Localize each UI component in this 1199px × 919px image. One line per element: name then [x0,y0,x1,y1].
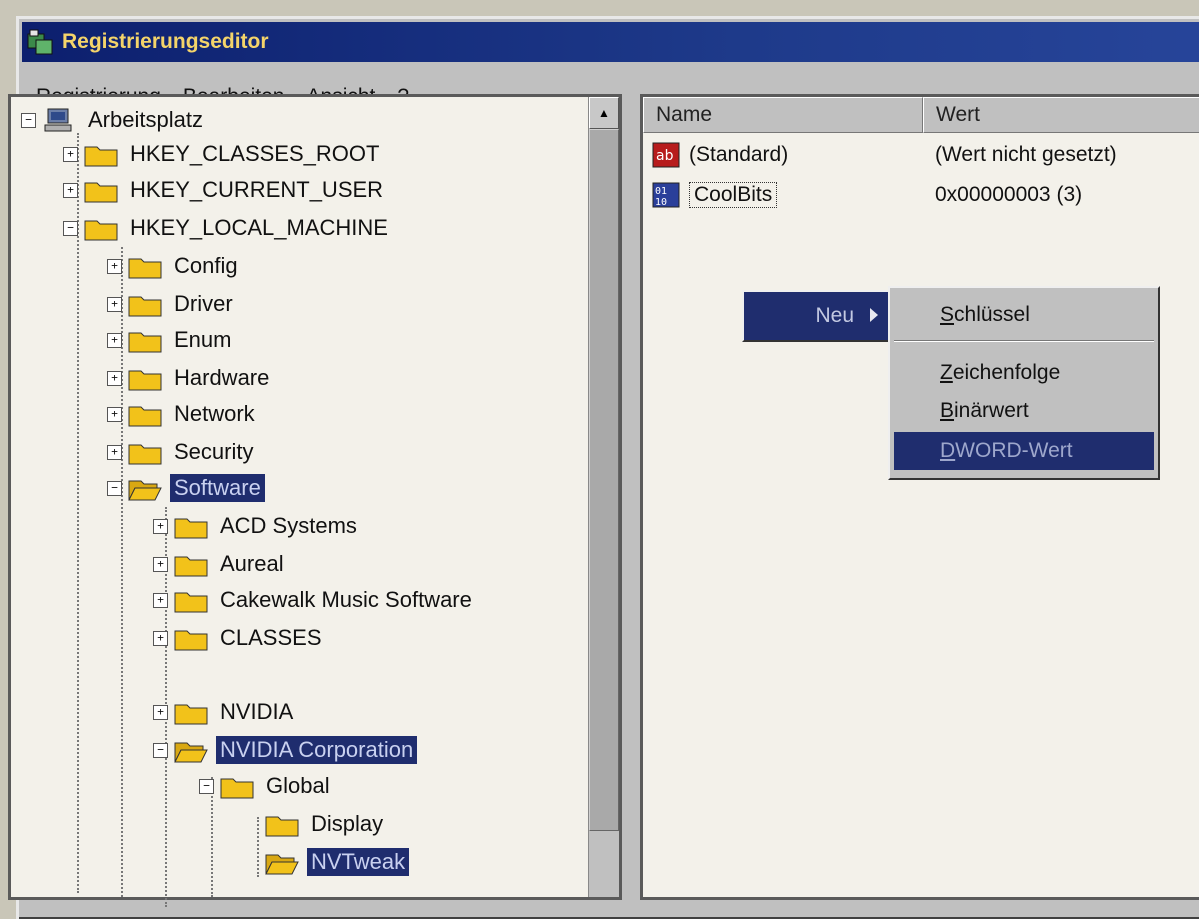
tree-line [257,817,259,877]
tree-node-display[interactable]: Display [265,807,387,841]
key-tree-pane[interactable]: − Arbeitsplatz + HKEY_CLASSES_ROOT + HKE… [8,94,622,907]
folder-icon [84,146,118,167]
context-menu: Neu [742,290,890,342]
value-name: CoolBits [689,182,778,208]
tree-node-enum[interactable]: + Enum [107,323,235,357]
svg-text:ab: ab [656,148,674,164]
value-data: 0x00000003 (3) [935,183,1083,206]
expand-icon[interactable]: + [153,704,168,720]
scroll-thumb[interactable] [589,129,619,831]
scroll-up-icon[interactable]: ▲ [589,97,619,129]
column-header-name[interactable]: Name [643,97,923,133]
folder-icon [128,258,162,279]
menu-item-binaerwert[interactable]: Binärwert [894,392,1154,430]
expand-icon[interactable]: + [153,592,168,608]
tree-node-cakewalk[interactable]: + Cakewalk Music Software [153,583,476,617]
expand-icon[interactable]: + [107,296,122,312]
tree-node-nvidia-corporation[interactable]: − NVIDIA Corporation [153,733,418,767]
new-submenu: Schlüssel Zeichenfolge Binärwert D WORD-W… [888,286,1160,480]
expand-icon[interactable]: + [107,406,122,422]
column-header-value[interactable]: Wert [923,97,1199,133]
tree-node-classes[interactable]: + CLASSES [153,621,326,655]
submenu-arrow-icon [870,308,878,322]
folder-icon [174,518,208,539]
string-value-icon: ab [652,142,680,168]
menu-item-schluessel[interactable]: Schlüssel [894,296,1154,334]
tree-node-hkcr[interactable]: + HKEY_CLASSES_ROOT [63,137,383,171]
folder-icon [174,556,208,577]
window-title: Registrierungseditor [62,30,269,53]
tree-node-arbeitsplatz[interactable]: − Arbeitsplatz [21,103,207,137]
svg-text:10: 10 [655,197,667,208]
folder-icon [84,220,118,241]
binary-value-icon: 0110 [652,182,680,208]
menu-item-neu[interactable]: Neu [744,292,888,340]
folder-icon [128,406,162,427]
value-name: (Standard) [689,143,789,166]
tree-node-hklm[interactable]: − HKEY_LOCAL_MACHINE [63,211,392,245]
expand-icon[interactable]: + [153,630,168,646]
tree-scrollbar[interactable]: ▲ [588,97,619,897]
folder-icon [174,704,208,725]
tree-node-network[interactable]: + Network [107,397,259,431]
collapse-icon[interactable]: − [199,778,214,794]
tree-node-acd-systems[interactable]: + ACD Systems [153,509,361,543]
open-folder-icon [128,480,162,501]
expand-icon[interactable]: + [153,518,168,534]
folder-icon [128,370,162,391]
collapse-icon[interactable]: − [63,220,78,236]
expand-icon[interactable]: + [107,370,122,386]
computer-icon [44,108,72,132]
tree-node-driver[interactable]: + Driver [107,287,237,321]
tree-line [77,133,79,893]
collapse-icon[interactable]: − [107,480,122,496]
expand-icon[interactable]: + [107,444,122,460]
collapse-icon[interactable]: − [21,112,36,128]
menu-item-zeichenfolge[interactable]: Zeichenfolge [894,354,1154,392]
folder-icon [220,778,254,799]
value-data: (Wert nicht gesetzt) [935,143,1117,166]
folder-icon [128,332,162,353]
svg-text:01: 01 [655,186,667,197]
folder-icon [128,296,162,317]
expand-icon[interactable]: + [107,332,122,348]
collapse-icon[interactable]: − [153,742,168,758]
tree-node-nvtweak[interactable]: NVTweak [265,845,410,879]
menu-separator [894,340,1154,342]
tree-node-global[interactable]: − Global [199,769,334,803]
tree-node-nvidia[interactable]: + NVIDIA [153,695,297,729]
folder-icon [174,630,208,651]
folder-icon [174,592,208,613]
tree-node-security[interactable]: + Security [107,435,257,469]
tree-node-hardware[interactable]: + Hardware [107,361,273,395]
value-row-standard[interactable]: ab (Standard) [651,137,788,173]
tree-node-hkcu[interactable]: + HKEY_CURRENT_USER [63,173,387,207]
open-folder-icon [174,742,208,763]
title-bar[interactable]: Registrierungseditor [22,22,1199,62]
tree-node-config[interactable]: + Config [107,249,242,283]
tree-node-software[interactable]: − Software [107,471,265,505]
expand-icon[interactable]: + [63,182,78,198]
open-folder-icon [265,854,299,875]
expand-icon[interactable]: + [63,146,78,162]
registry-editor-icon [27,29,53,55]
folder-icon [128,444,162,465]
tree-node-aureal[interactable]: + Aureal [153,547,288,581]
folder-icon [265,816,299,837]
menu-item-dword-wert[interactable]: D WORD-Wert [894,432,1154,470]
values-list-pane[interactable]: Name Wert ab (Standard) (Wert nicht gese… [640,94,1199,900]
folder-icon [84,182,118,203]
expand-icon[interactable]: + [153,556,168,572]
value-row-coolbits[interactable]: 01 10 CoolBits [651,177,778,213]
expand-icon[interactable]: + [107,258,122,274]
